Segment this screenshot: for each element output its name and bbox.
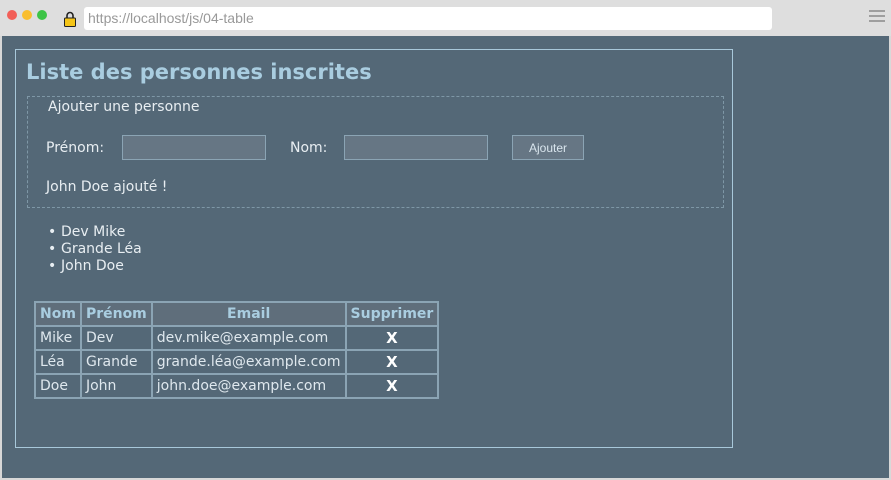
firstname-input[interactable] (122, 135, 266, 160)
cell-email: dev.mike@example.com (150, 325, 347, 351)
close-window-button[interactable] (7, 10, 17, 20)
table-header-row: Nom Prénom Email Supprimer (34, 301, 440, 327)
cell-nom: Doe (34, 373, 82, 399)
cell-nom: Léa (34, 349, 82, 375)
firstname-label: Prénom: (46, 140, 105, 156)
browser-toolbar: https://localhost/js/04-table (0, 0, 891, 36)
address-bar[interactable]: https://localhost/js/04-table (84, 7, 772, 30)
cell-prenom: Grande (79, 349, 153, 375)
cell-prenom: John (79, 373, 153, 399)
people-table: Nom Prénom Email Supprimer Mike Dev dev.… (34, 301, 440, 399)
browser-window: https://localhost/js/04-table Liste des … (0, 0, 891, 480)
page-title: Liste des personnes inscrites (26, 60, 372, 84)
lastname-label: Nom: (290, 140, 328, 156)
cell-nom: Mike (34, 325, 82, 351)
header-email: Email (150, 301, 347, 327)
cell-prenom: Dev (79, 325, 153, 351)
main-container: Liste des personnes inscrites Ajouter un… (15, 49, 733, 448)
lastname-input[interactable] (344, 135, 488, 160)
table-row: Mike Dev dev.mike@example.com X (34, 325, 440, 351)
form-legend: Ajouter une personne (48, 99, 200, 115)
list-item: John Doe (48, 258, 142, 275)
delete-row-button[interactable]: X (344, 325, 440, 351)
cell-email: john.doe@example.com (150, 373, 347, 399)
maximize-window-button[interactable] (37, 10, 47, 20)
lock-icon (64, 11, 76, 27)
minimize-window-button[interactable] (22, 10, 32, 20)
table-row: Léa Grande grande.léa@example.com X (34, 349, 440, 375)
list-item: Grande Léa (48, 241, 142, 258)
page-viewport: Liste des personnes inscrites Ajouter un… (2, 36, 889, 478)
header-nom: Nom (34, 301, 82, 327)
delete-row-button[interactable]: X (344, 349, 440, 375)
table-row: Doe John john.doe@example.com X (34, 373, 440, 399)
status-message: John Doe ajouté ! (46, 179, 168, 195)
header-prenom: Prénom (79, 301, 153, 327)
hamburger-menu-icon[interactable] (869, 10, 885, 24)
person-list: Dev Mike Grande Léa John Doe (48, 224, 142, 275)
header-supprimer: Supprimer (344, 301, 440, 327)
add-person-form: Ajouter une personne Prénom: Nom: Ajoute… (27, 96, 724, 208)
cell-email: grande.léa@example.com (150, 349, 347, 375)
add-person-button[interactable]: Ajouter (512, 135, 584, 160)
list-item: Dev Mike (48, 224, 142, 241)
delete-row-button[interactable]: X (344, 373, 440, 399)
